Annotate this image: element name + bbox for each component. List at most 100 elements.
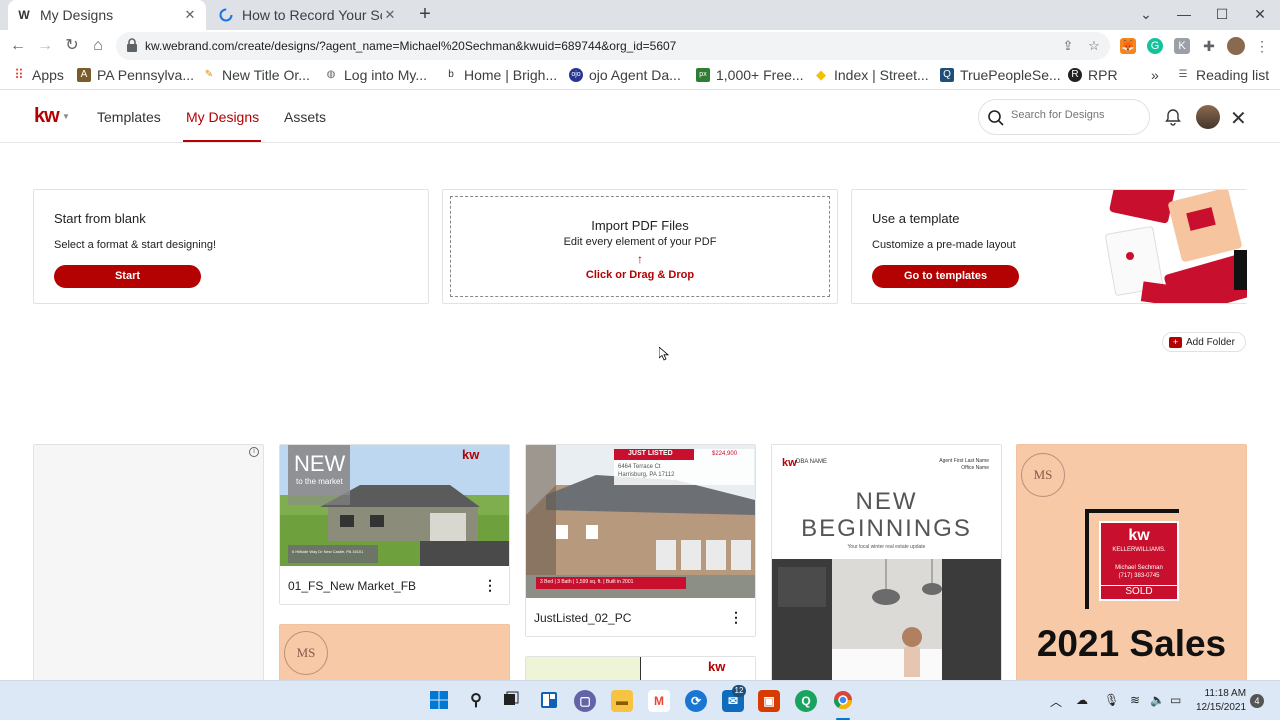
design-card-new-beginnings[interactable]: kw DBA NAME Agent First Last Name Office… (771, 444, 1002, 684)
chrome-icon[interactable] (832, 690, 854, 712)
grammarly-extension-icon[interactable]: G (1147, 38, 1163, 54)
design-card-new-market[interactable]: NEW to the market kw 6 Hillside Way Dr N… (279, 444, 510, 605)
bookmark-rpr[interactable]: R RPR (1068, 67, 1118, 83)
nav-my-designs[interactable]: My Designs (186, 109, 259, 125)
bookmark-truepeoplesearch[interactable]: Q TruePeopleSe... (940, 67, 1061, 83)
reload-icon[interactable]: ↻ (60, 35, 84, 57)
minimize-icon[interactable]: — (1166, 0, 1202, 30)
close-icon[interactable]: ✕ (1230, 106, 1247, 131)
click-or-drag-link[interactable]: Click or Drag & Drop (451, 269, 829, 281)
notification-bell-icon[interactable] (1164, 108, 1182, 126)
sync-app-icon[interactable]: ⟳ (685, 690, 707, 712)
metamask-extension-icon[interactable]: 🦊 (1120, 38, 1136, 54)
chevron-down-icon[interactable]: ▼ (62, 112, 70, 121)
battery-icon[interactable]: ▭ (1170, 693, 1181, 707)
pa-icon: A (77, 68, 91, 82)
task-view-icon[interactable] (500, 690, 522, 712)
bookmark-index-street[interactable]: ◆ Index | Street... (814, 67, 929, 83)
design-name: JustListed_02_PC (534, 611, 632, 625)
design-card-2021-sales[interactable]: MS kw KELLERWILLIAMS. Michael Sechman (7… (1016, 444, 1247, 684)
file-explorer-icon[interactable]: ▬ (611, 690, 633, 712)
thumb-kw-logo: kw (462, 447, 480, 462)
office-app-icon[interactable]: ▣ (758, 690, 780, 712)
close-tab-icon[interactable]: ✕ (382, 7, 398, 23)
windows-start-icon[interactable] (428, 690, 450, 712)
lock-icon (127, 38, 137, 52)
address-bar[interactable]: kw.webrand.com/create/designs/?agent_nam… (116, 32, 1110, 60)
go-to-templates-button[interactable]: Go to templates (872, 265, 1019, 288)
design-search-box[interactable] (978, 99, 1150, 135)
tab-my-designs[interactable]: W My Designs ✕ (8, 0, 206, 30)
wifi-icon[interactable]: ≋ (1130, 693, 1140, 707)
reading-list-label: Reading list (1196, 67, 1270, 83)
share-icon[interactable]: ⇪ (1060, 38, 1076, 54)
profile-avatar-icon[interactable] (1227, 37, 1245, 55)
notification-count-badge[interactable]: 4 (1250, 694, 1264, 708)
onedrive-cloud-icon[interactable]: ☁ (1076, 693, 1088, 707)
gmail-icon[interactable]: M (648, 690, 670, 712)
new-tab-icon[interactable]: + (414, 4, 436, 26)
bookmark-star-icon[interactable]: ☆ (1086, 38, 1102, 54)
search-icon[interactable]: ⚲ (465, 690, 487, 712)
forward-icon[interactable]: → (33, 35, 57, 57)
design-thumbnail: JUST LISTED $224,900 6464 Terrace Ct Har… (526, 445, 755, 598)
close-tab-icon[interactable]: ✕ (182, 7, 198, 23)
teams-chat-icon[interactable]: ▢ (574, 690, 596, 712)
px-icon: px (696, 68, 710, 82)
nav-templates[interactable]: Templates (97, 109, 161, 125)
design-card-row2-1[interactable]: MS (279, 624, 510, 684)
reading-list-button[interactable]: ☰ Reading list (1176, 67, 1270, 83)
back-icon[interactable]: ← (6, 35, 30, 57)
thumb-kw-logo: kw (782, 457, 797, 469)
q-app-icon[interactable]: Q (795, 690, 817, 712)
bookmark-ojo[interactable]: ojo ojo Agent Da... (569, 67, 681, 83)
search-icon (988, 110, 1004, 126)
nav-assets[interactable]: Assets (284, 109, 326, 125)
more-options-icon[interactable]: ⋮ (729, 609, 743, 626)
bookmark-log-into-my[interactable]: ◍ Log into My... (324, 67, 427, 83)
system-clock[interactable]: 11:18 AM 12/15/2021 (1196, 687, 1246, 715)
bookmark-home-bright[interactable]: b Home | Brigh... (444, 67, 557, 83)
search-input[interactable] (1011, 109, 1141, 121)
close-window-icon[interactable]: ✕ (1242, 0, 1278, 30)
tab-search-chevron-icon[interactable]: ⌄ (1128, 0, 1164, 30)
chrome-menu-icon[interactable]: ⋮ (1254, 38, 1270, 54)
card-subtitle: Select a format & start designing! (54, 239, 217, 251)
tray-overflow-chevron-icon[interactable]: ︿ (1050, 693, 1062, 710)
design-thumbnail: NEW to the market kw 6 Hillside Way Dr N… (280, 445, 509, 566)
diamond-icon: ◆ (816, 67, 826, 82)
reading-list-icon: ☰ (1178, 69, 1188, 80)
widgets-icon[interactable] (538, 690, 560, 712)
kw-logo[interactable]: kw (34, 105, 60, 128)
design-card-just-listed[interactable]: JUST LISTED $224,900 6464 Terrace Ct Har… (525, 444, 756, 637)
tab-how-to-record[interactable]: How to Record Your Sc ✕ (210, 0, 406, 30)
thumb-badge: JUST LISTED (628, 450, 673, 457)
bookmark-new-title[interactable]: ✎ New Title Or... (202, 67, 310, 83)
bookmark-label: New Title Or... (222, 67, 310, 83)
card-title: Use a template (872, 211, 960, 226)
active-nav-indicator (183, 140, 261, 142)
bookmark-label: Index | Street... (834, 67, 929, 83)
microphone-icon[interactable]: 🎙 (1104, 693, 1119, 707)
volume-icon[interactable]: 🔈 (1150, 693, 1165, 707)
pdf-drop-zone[interactable]: Import PDF Files Edit every element of y… (450, 196, 830, 297)
extensions-puzzle-icon[interactable]: ✚ (1201, 38, 1217, 54)
user-avatar[interactable] (1196, 105, 1220, 129)
bookmark-pa-pennsylvania[interactable]: A PA Pennsylva... (77, 67, 194, 83)
add-folder-button[interactable]: + Add Folder (1162, 332, 1246, 352)
home-icon[interactable]: ⌂ (86, 35, 110, 57)
ojo-icon: ojo (569, 68, 583, 82)
sign-sold: SOLD (1101, 585, 1177, 597)
start-button[interactable]: Start (54, 265, 201, 288)
bookmarks-overflow-button[interactable]: » (1151, 67, 1159, 83)
info-icon[interactable]: i (249, 447, 259, 457)
maximize-icon[interactable]: ☐ (1204, 0, 1240, 30)
bookmark-1000-free[interactable]: px 1,000+ Free... (696, 67, 804, 83)
browser-toolbar: ← → ↻ ⌂ kw.webrand.com/create/designs/?a… (0, 30, 1280, 62)
more-options-icon[interactable]: ⋮ (483, 577, 497, 594)
empty-design-slot[interactable]: i (33, 444, 264, 684)
extension-k-icon[interactable]: K (1174, 38, 1190, 54)
bookmark-apps[interactable]: ⠿ Apps (12, 67, 64, 83)
mail-badge: 12 (732, 685, 746, 697)
thumb-agent-name: Agent First Last Name (939, 458, 989, 464)
